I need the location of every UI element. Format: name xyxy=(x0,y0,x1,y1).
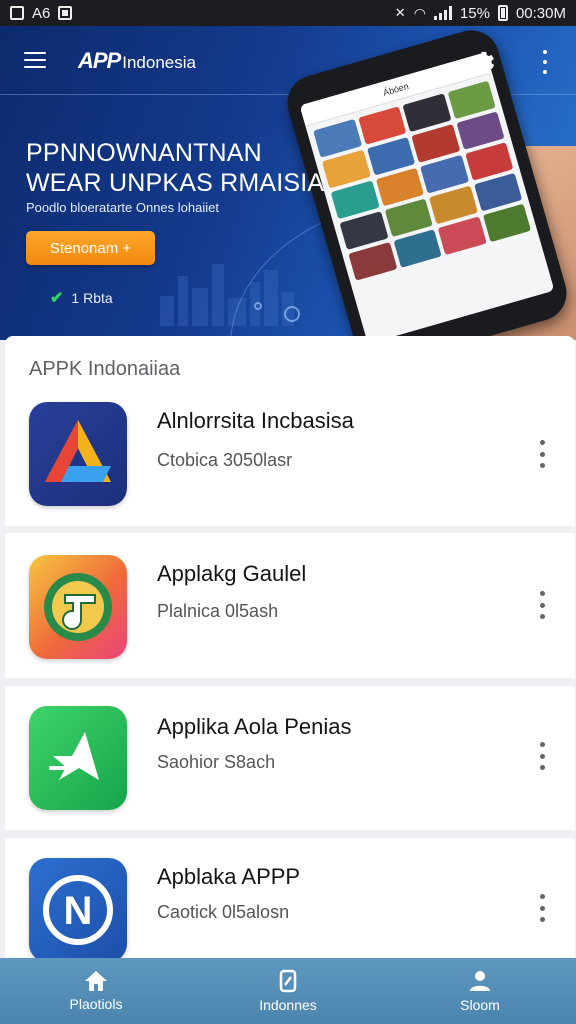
triangle-logo-icon xyxy=(29,402,127,506)
bottom-navigation: Plaotiols Indonnes Sloom xyxy=(0,958,576,1024)
status-bar: A6 ✕ ◠ 15% 00:30M xyxy=(0,0,576,26)
hero-headline: PPNNOWNANTNAN WEAR UNPKAS RMAISIA xyxy=(26,138,324,198)
hero-rating-text: 1 Rbta xyxy=(71,290,113,306)
signal-icon xyxy=(433,6,452,20)
notification-icon xyxy=(10,6,24,20)
list-item[interactable]: Applakg Gaulel Plalnica 0l5ash xyxy=(5,533,575,683)
brand-main: APP xyxy=(78,48,121,73)
more-options-icon[interactable] xyxy=(535,440,549,468)
app-meta: Caotick 0l5alosn xyxy=(157,902,290,922)
app-logo: APP Indonesia xyxy=(78,48,196,74)
hero-dot xyxy=(284,306,300,322)
list-item[interactable]: Applika Aola Penias Saohior S8ach xyxy=(5,686,575,836)
app-name: Applakg Gaulel xyxy=(157,561,307,586)
hero-headline-line-1: PPNNOWNANTNAN xyxy=(26,139,262,167)
app-name: Alnlorrsita Incbasisa xyxy=(157,408,354,433)
hero-rating: ✔ 1 Rbta xyxy=(50,288,113,308)
app-name: Apblaka APPP xyxy=(157,864,301,889)
more-options-icon[interactable] xyxy=(535,742,549,770)
nav-label: Indonnes xyxy=(259,997,317,1013)
gear-icon[interactable] xyxy=(470,48,498,76)
app-meta: Ctobica 3050lasr xyxy=(157,450,293,470)
phone-share-icon xyxy=(279,969,297,993)
app-meta: Plalnica 0l5ash xyxy=(157,601,279,621)
overflow-menu-icon[interactable] xyxy=(536,50,554,74)
hero-cta-button[interactable]: Stenonam + xyxy=(26,231,155,265)
paper-plane-icon xyxy=(29,706,127,810)
hero-banner: Ábóen APP Indonesia PPNNOWNANTNAN WEAR U… xyxy=(0,26,576,340)
list-item[interactable]: Alnlorrsita Incbasisa Ctobica 3050lasr xyxy=(5,376,575,526)
music-note-icon xyxy=(29,555,127,659)
app-card: Applika Aola Penias Saohior S8ach xyxy=(5,686,575,830)
check-icon: ✔ xyxy=(50,290,64,307)
app-list-section: APPK Indonaiiaa Alnlorrsita Incbasisa Ct… xyxy=(5,336,575,526)
hero-dot xyxy=(254,302,262,310)
svg-text:N: N xyxy=(64,889,93,933)
app-card: Applakg Gaulel Plalnica 0l5ash xyxy=(5,533,575,678)
nav-indonesia[interactable]: Indonnes xyxy=(192,958,384,1024)
app-meta: Saohior S8ach xyxy=(157,752,276,772)
app-card: N Apblaka APPP Caotick 0l5alosn xyxy=(5,838,575,962)
mute-icon: ✕ xyxy=(394,5,406,20)
n-circle-icon: N xyxy=(29,858,127,962)
nav-label: Sloom xyxy=(460,997,500,1013)
battery-icon xyxy=(497,5,508,21)
hero-headline-line-2: WEAR UNPKAS RMAISIA xyxy=(26,169,325,197)
image-notification-icon xyxy=(58,6,73,20)
battery-text: 15% xyxy=(459,4,490,22)
clock: 00:30M xyxy=(515,4,566,22)
status-left-text: A6 xyxy=(32,4,51,22)
more-options-icon[interactable] xyxy=(535,894,549,922)
hero-subline: Poodlo bloeratarte Onnes lohaiiet xyxy=(26,200,219,215)
app-bar: APP Indonesia xyxy=(0,26,576,94)
user-icon xyxy=(470,971,490,991)
app-name: Applika Aola Penias xyxy=(157,714,352,739)
home-icon xyxy=(85,971,107,991)
more-options-icon[interactable] xyxy=(535,591,549,619)
nav-profile[interactable]: Sloom xyxy=(384,958,576,1024)
nav-home[interactable]: Plaotiols xyxy=(0,958,192,1024)
hamburger-menu-icon[interactable] xyxy=(24,52,46,68)
wifi-icon: ◠ xyxy=(413,4,426,21)
brand-sub: Indonesia xyxy=(122,53,196,72)
nav-label: Plaotiols xyxy=(69,996,123,1012)
